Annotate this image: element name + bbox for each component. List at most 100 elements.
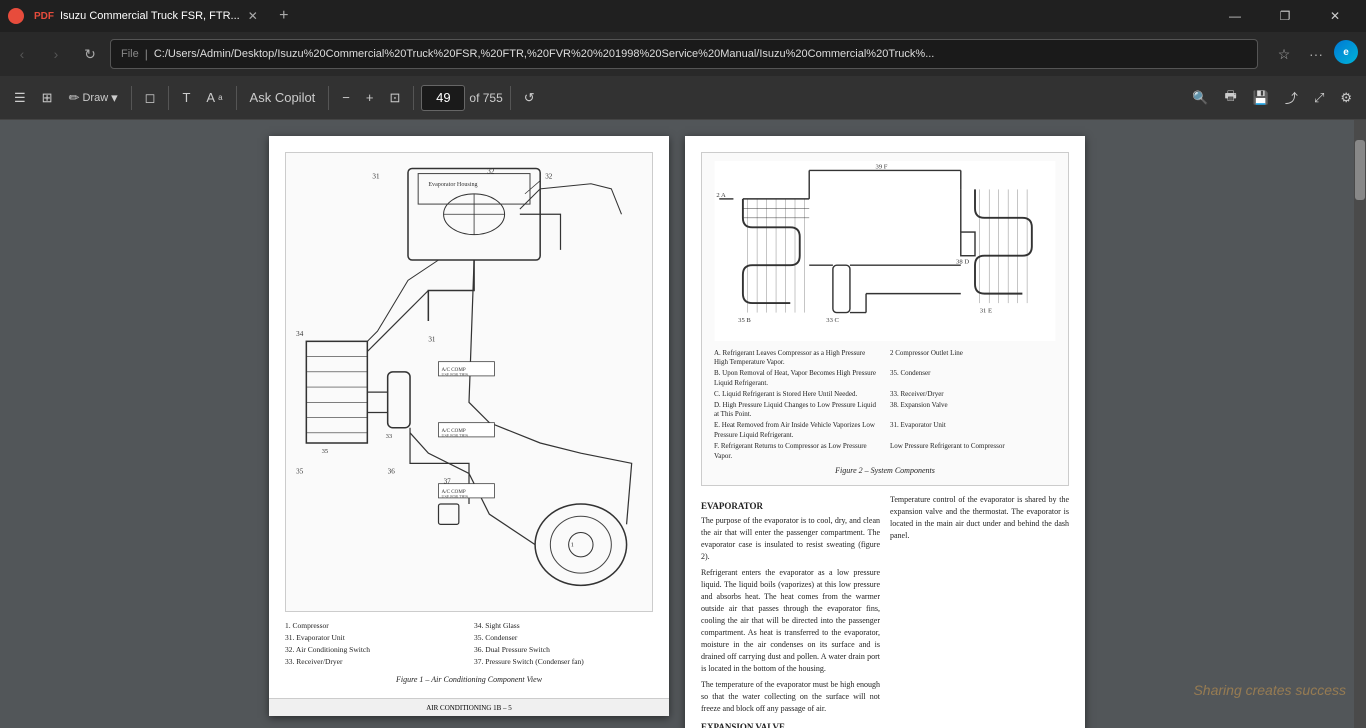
rotate-button[interactable]: ↺ bbox=[518, 82, 541, 114]
share-button[interactable]: ⤴ bbox=[1279, 82, 1304, 114]
legend-item-31: 31. Evaporator Unit bbox=[285, 632, 464, 644]
right-page-content: 35 B bbox=[685, 136, 1085, 728]
legend-item-36: 36. Dual Pressure Switch bbox=[474, 644, 653, 656]
text-icon: T bbox=[182, 90, 190, 105]
rotate-icon: ↺ bbox=[524, 90, 535, 106]
parts-legend: 1. Compressor 31. Evaporator Unit 32. Ai… bbox=[285, 620, 653, 668]
figure2-caption: Figure 2 – System Components bbox=[710, 465, 1060, 476]
title-bar: PDF Isuzu Commercial Truck FSR, FTR... ✕… bbox=[0, 0, 1366, 32]
window-icon bbox=[8, 8, 24, 24]
more-icon[interactable]: ··· bbox=[1302, 40, 1330, 68]
favorites-icon[interactable]: ☆ bbox=[1270, 40, 1298, 68]
zoom-in-button[interactable]: + bbox=[360, 82, 380, 114]
fig2-part-lp: Low Pressure Refrigerant to Compressor bbox=[890, 442, 1056, 462]
window-controls: — ❐ ✕ bbox=[1212, 0, 1358, 32]
legend-item-32: 32. Air Conditioning Switch bbox=[285, 644, 464, 656]
close-button[interactable]: ✕ bbox=[1312, 0, 1358, 32]
legend-item-34: 34. Sight Glass bbox=[474, 620, 653, 632]
fig2-label-c: C. Liquid Refrigerant is Stored Here Unt… bbox=[714, 390, 880, 400]
share-icon: ⤴ bbox=[1285, 88, 1298, 107]
left-column: EVAPORATOR The purpose of the evaporator… bbox=[701, 494, 880, 728]
save-button[interactable]: 💾 bbox=[1247, 82, 1275, 114]
svg-text:USE FOR THIS: USE FOR THIS bbox=[442, 433, 468, 438]
copilot-button[interactable]: Ask Copilot bbox=[244, 82, 322, 114]
separator-4 bbox=[328, 86, 329, 110]
fig2-label-b: B. Upon Removal of Heat, Vapor Becomes H… bbox=[714, 369, 880, 389]
save-icon: 💾 bbox=[1253, 90, 1269, 106]
figure1-caption: Figure 1 – Air Conditioning Component Vi… bbox=[285, 674, 653, 685]
print-icon: 🖶 bbox=[1224, 87, 1236, 109]
svg-text:34: 34 bbox=[296, 330, 304, 338]
tab-close-button[interactable]: ✕ bbox=[246, 9, 260, 23]
erase-icon: ◻ bbox=[145, 90, 156, 106]
fig2-part-31: 31. Evaporator Unit bbox=[890, 421, 1056, 441]
font-icon: A bbox=[206, 90, 215, 105]
zoom-out-button[interactable]: − bbox=[336, 82, 356, 114]
pdf-icon: PDF bbox=[34, 11, 54, 22]
pdf-viewer[interactable]: Evaporator Housing 32 bbox=[0, 120, 1354, 728]
legend-col-left: 1. Compressor 31. Evaporator Unit 32. Ai… bbox=[285, 620, 464, 668]
separator-5 bbox=[413, 86, 414, 110]
text-button[interactable]: T bbox=[176, 82, 196, 114]
draw-chevron: ▾ bbox=[111, 90, 118, 106]
font-button[interactable]: A a bbox=[200, 82, 228, 114]
svg-text:Evaporator Housing: Evaporator Housing bbox=[428, 182, 477, 188]
font-sub-icon: a bbox=[218, 93, 222, 102]
right-column: Temperature control of the evaporator is… bbox=[890, 494, 1069, 728]
forward-button[interactable]: › bbox=[42, 40, 70, 68]
legend-item-33: 33. Receiver/Dryer bbox=[285, 656, 464, 668]
search-icon: 🔍 bbox=[1192, 90, 1208, 106]
new-tab-button[interactable]: + bbox=[272, 4, 296, 28]
address-input[interactable]: File | C:/Users/Admin/Desktop/Isuzu%20Co… bbox=[110, 39, 1258, 69]
print-button[interactable]: 🖶 bbox=[1218, 82, 1242, 114]
fig2-part-35: 35. Condenser bbox=[890, 369, 1056, 389]
svg-text:35: 35 bbox=[296, 468, 304, 476]
address-bar: ‹ › ↻ File | C:/Users/Admin/Desktop/Isuz… bbox=[0, 32, 1366, 76]
separator-1 bbox=[131, 86, 132, 110]
panel-toggle-button[interactable]: ☰ bbox=[8, 82, 32, 114]
pdf-toolbar: ☰ ⊞ ✏ Draw ▾ ◻ T A a Ask Copilot − + ⊡ o… bbox=[0, 76, 1366, 120]
tab-bar: PDF Isuzu Commercial Truck FSR, FTR... ✕… bbox=[24, 0, 1212, 32]
evaporator-text-3: The temperature of the evaporator must b… bbox=[701, 679, 880, 715]
draw-label: Draw bbox=[82, 92, 108, 104]
scrollbar[interactable] bbox=[1354, 120, 1366, 728]
page-total: of 755 bbox=[469, 91, 502, 105]
svg-text:2 A: 2 A bbox=[716, 192, 726, 199]
evaporator-text-2: Refrigerant enters the evaporator as a l… bbox=[701, 567, 880, 675]
tab-title: Isuzu Commercial Truck FSR, FTR... bbox=[60, 10, 240, 22]
address-icons: ☆ ··· e bbox=[1270, 40, 1358, 68]
maximize-button[interactable]: ❐ bbox=[1262, 0, 1308, 32]
figure2-box: 35 B bbox=[701, 152, 1069, 486]
left-page-footer: AIR CONDITIONING 1B – 5 bbox=[269, 698, 669, 716]
scroll-thumb[interactable] bbox=[1355, 140, 1365, 200]
thumbnail-icon: ⊞ bbox=[42, 90, 53, 106]
page-number-input[interactable] bbox=[421, 85, 465, 111]
svg-text:31: 31 bbox=[428, 335, 436, 343]
page-input-group: of 755 bbox=[421, 85, 502, 111]
evaporator-title: EVAPORATOR bbox=[701, 500, 880, 513]
fullscreen-button[interactable]: ⤢ bbox=[1308, 82, 1330, 114]
svg-text:USE FOR THIS: USE FOR THIS bbox=[442, 494, 468, 499]
refresh-button[interactable]: ↻ bbox=[76, 40, 104, 68]
thumbnail-button[interactable]: ⊞ bbox=[36, 82, 59, 114]
settings-icon: ⚙ bbox=[1340, 90, 1352, 106]
pdf-page-left: Evaporator Housing 32 bbox=[269, 136, 669, 716]
svg-text:35: 35 bbox=[322, 448, 329, 455]
erase-button[interactable]: ◻ bbox=[139, 82, 162, 114]
search-button[interactable]: 🔍 bbox=[1186, 82, 1214, 114]
fit-page-button[interactable]: ⊡ bbox=[383, 82, 406, 114]
title-bar-left bbox=[8, 8, 24, 24]
minimize-button[interactable]: — bbox=[1212, 0, 1258, 32]
separator-3 bbox=[236, 86, 237, 110]
fig2-label-a: A. Refrigerant Leaves Compressor as a Hi… bbox=[714, 349, 880, 369]
settings-button[interactable]: ⚙ bbox=[1334, 82, 1358, 114]
fig2-label-f: F. Refrigerant Returns to Compressor as … bbox=[714, 442, 880, 462]
back-button[interactable]: ‹ bbox=[8, 40, 36, 68]
annotation-dropdown[interactable]: ✏ Draw ▾ bbox=[63, 82, 124, 114]
right-text-content: EVAPORATOR The purpose of the evaporator… bbox=[701, 494, 1069, 728]
svg-text:1: 1 bbox=[571, 542, 574, 549]
svg-text:35 B: 35 B bbox=[738, 317, 751, 324]
svg-text:32: 32 bbox=[487, 168, 495, 176]
active-tab[interactable]: PDF Isuzu Commercial Truck FSR, FTR... ✕ bbox=[24, 2, 270, 30]
left-diagram: Evaporator Housing 32 bbox=[285, 152, 653, 612]
